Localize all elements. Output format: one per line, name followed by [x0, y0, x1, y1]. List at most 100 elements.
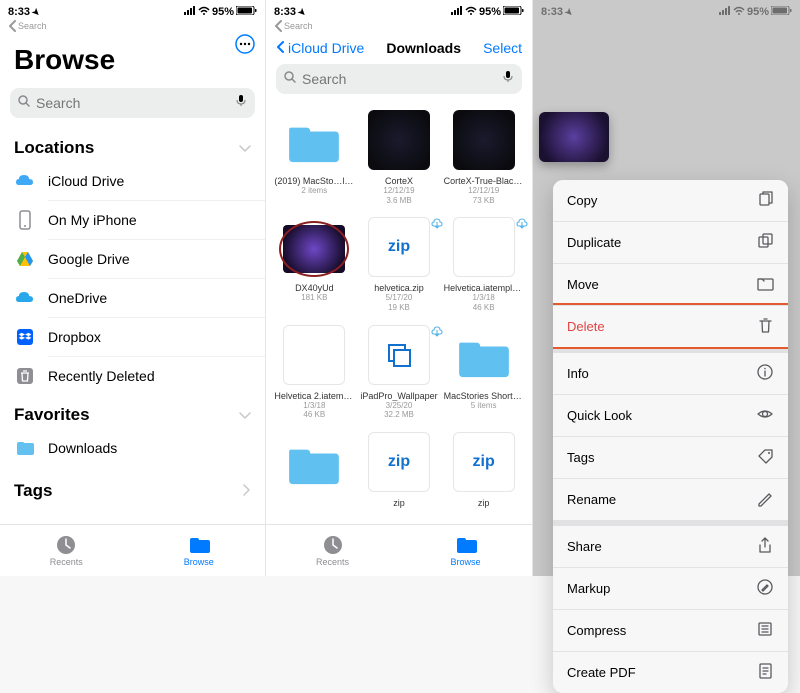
- favorite-row[interactable]: Downloads: [0, 429, 265, 467]
- locations-label: Locations: [14, 138, 94, 158]
- search-input[interactable]: [302, 71, 496, 87]
- status-bar: 8:33➤ 95%: [0, 0, 265, 20]
- menu-label: Info: [567, 366, 589, 381]
- back-search[interactable]: Search: [0, 20, 265, 36]
- file-item[interactable]: zip helvetica.zip 5/17/2019 KB: [359, 219, 440, 320]
- menu-rename[interactable]: Rename: [553, 478, 788, 520]
- menu-quick-look[interactable]: Quick Look: [553, 394, 788, 436]
- menu-delete[interactable]: Delete: [553, 305, 788, 347]
- cloud-download-icon: [516, 217, 528, 231]
- file-name: CorteX: [385, 176, 413, 186]
- back-button[interactable]: iCloud Drive: [276, 40, 364, 56]
- favorites-label: Favorites: [14, 405, 90, 425]
- file-meta: 2 items: [301, 186, 327, 196]
- menu-duplicate[interactable]: Duplicate: [553, 221, 788, 263]
- search-field[interactable]: [276, 64, 522, 94]
- file-thumb: zip: [368, 219, 430, 279]
- chevron-right-icon: [242, 481, 251, 501]
- location-row[interactable]: Google Drive: [0, 240, 265, 278]
- file-item[interactable]: Helvetica 2.iatemplate 1/3/1846 KB: [274, 327, 355, 428]
- tab-browse[interactable]: Browse: [133, 525, 266, 576]
- wifi-icon: [465, 6, 477, 19]
- menu-label: Copy: [567, 193, 597, 208]
- signal-icon: [451, 6, 463, 18]
- file-thumb: zip: [453, 434, 515, 494]
- location-arrow-icon: ➤: [29, 5, 42, 18]
- tab-recents[interactable]: Recents: [266, 525, 399, 576]
- file-item[interactable]: zip zip: [443, 434, 524, 516]
- favorites-header[interactable]: Favorites: [0, 395, 265, 429]
- duplicate-icon: [756, 232, 774, 253]
- file-item[interactable]: (2019) MacSto…llpapers 2 items: [274, 112, 355, 213]
- menu-markup[interactable]: Markup: [553, 567, 788, 609]
- location-label: On My iPhone: [48, 212, 137, 228]
- location-row[interactable]: iCloud Drive: [0, 162, 265, 200]
- tab-browse[interactable]: Browse: [399, 525, 532, 576]
- info-icon: [756, 363, 774, 384]
- file-meta: 181 KB: [301, 293, 327, 303]
- menu-copy[interactable]: Copy: [553, 180, 788, 221]
- file-item[interactable]: CorteX 12/12/193.6 MB: [359, 112, 440, 213]
- menu-label: Compress: [567, 623, 626, 638]
- file-name: DX40yUd: [295, 283, 334, 293]
- file-thumb: [283, 219, 345, 279]
- menu-create-pdf[interactable]: Create PDF: [553, 651, 788, 693]
- battery-icon: [236, 6, 257, 18]
- location-arrow-icon: ➤: [295, 5, 308, 18]
- tags-header[interactable]: Tags: [0, 467, 265, 505]
- back-search[interactable]: Search: [266, 20, 532, 36]
- location-label: Google Drive: [48, 251, 130, 267]
- file-meta: 3/25/2032.2 MB: [384, 401, 414, 420]
- menu-move[interactable]: Move: [553, 263, 788, 305]
- file-item[interactable]: iPadPro_Wallpaper 3/25/2032.2 MB: [359, 327, 440, 428]
- file-thumb: zip: [368, 434, 430, 494]
- tab-recents[interactable]: Recents: [0, 525, 133, 576]
- file-thumb: [368, 112, 430, 172]
- signal-icon: [184, 6, 196, 18]
- search-icon: [284, 70, 296, 88]
- locations-header[interactable]: Locations: [0, 128, 265, 162]
- location-row[interactable]: Dropbox: [0, 318, 265, 356]
- file-thumb: [453, 327, 515, 387]
- file-item[interactable]: zip zip: [359, 434, 440, 516]
- tag-icon: [756, 447, 774, 468]
- location-label: Dropbox: [48, 329, 101, 345]
- favorite-label: Downloads: [48, 440, 117, 456]
- gdrive-icon: [14, 248, 36, 270]
- file-item[interactable]: CorteX-True-Black-Neon 12/12/1973 KB: [443, 112, 524, 213]
- file-name: iPadPro_Wallpaper: [360, 391, 437, 401]
- pencil-icon: [756, 489, 774, 510]
- cloud-download-icon: [431, 325, 443, 339]
- location-row[interactable]: On My iPhone: [0, 201, 265, 239]
- file-thumb: [453, 112, 515, 172]
- search-icon: [18, 94, 30, 112]
- file-item[interactable]: Helvetica.iatemplate 1/3/1846 KB: [443, 219, 524, 320]
- file-item[interactable]: MacStories Shortcuts Icons 5 items: [443, 327, 524, 428]
- file-item[interactable]: [274, 434, 355, 516]
- file-item[interactable]: DX40yUd 181 KB: [274, 219, 355, 320]
- file-name: zip: [478, 498, 490, 508]
- chevron-down-icon: [239, 405, 251, 425]
- file-name: Helvetica.iatemplate: [444, 283, 524, 293]
- file-meta: 5 items: [471, 401, 497, 411]
- mic-icon[interactable]: [502, 70, 514, 88]
- menu-share[interactable]: Share: [553, 520, 788, 567]
- file-meta: 1/3/1846 KB: [473, 293, 495, 312]
- location-row[interactable]: Recently Deleted: [0, 357, 265, 395]
- search-field[interactable]: [10, 88, 255, 118]
- more-button[interactable]: [235, 34, 255, 59]
- menu-tags[interactable]: Tags: [553, 436, 788, 478]
- mic-icon[interactable]: [235, 94, 247, 112]
- file-name: Helvetica 2.iatemplate: [274, 391, 354, 401]
- location-row[interactable]: OneDrive: [0, 279, 265, 317]
- menu-compress[interactable]: Compress: [553, 609, 788, 651]
- search-input[interactable]: [36, 95, 229, 111]
- menu-info[interactable]: Info: [553, 347, 788, 394]
- file-meta: 1/3/1846 KB: [303, 401, 325, 420]
- select-button[interactable]: Select: [483, 40, 522, 56]
- page-title: Browse: [0, 36, 265, 84]
- iphone-icon: [14, 209, 36, 231]
- location-label: OneDrive: [48, 290, 107, 306]
- menu-label: Rename: [567, 492, 616, 507]
- eye-icon: [756, 405, 774, 426]
